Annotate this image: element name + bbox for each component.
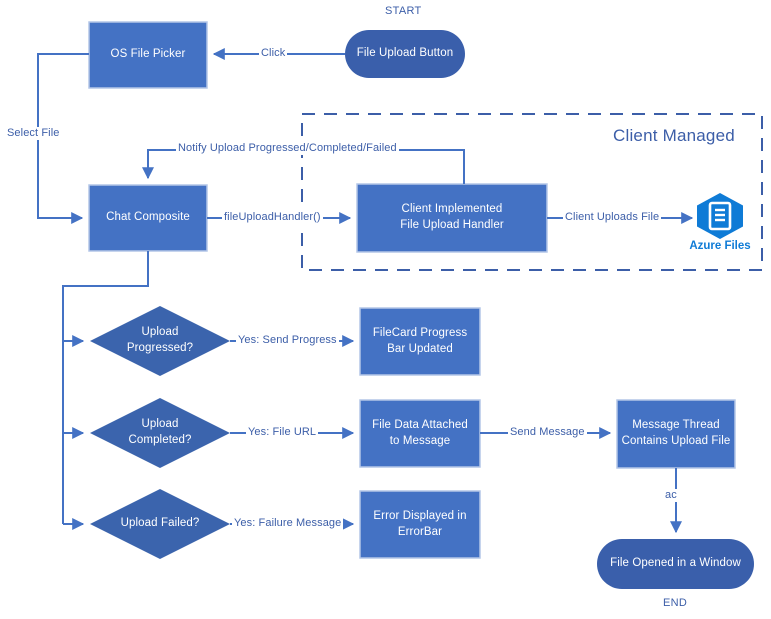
edge-label-click: Click — [259, 47, 288, 61]
node-file-data-attached[interactable] — [359, 399, 481, 468]
node-file-opened[interactable] — [597, 539, 754, 589]
edge-label-select-file: Select File — [5, 127, 62, 141]
group-client-managed-label: Client Managed — [613, 126, 735, 145]
node-filecard-progress[interactable] — [359, 307, 481, 376]
node-message-thread[interactable] — [616, 399, 736, 469]
node-upload-completed[interactable] — [90, 398, 230, 468]
node-file-upload-button[interactable] — [345, 30, 465, 78]
flowchart-canvas: Azure Files File Upload Button OS File P… — [0, 0, 771, 619]
edge-chat-composite-branch-spine — [62, 251, 149, 524]
edge-label-send-message: Send Message — [508, 426, 587, 440]
edge-label-file-upload-handler: fileUploadHandler() — [222, 211, 323, 225]
node-error-displayed[interactable] — [359, 490, 481, 559]
node-upload-failed[interactable] — [90, 489, 230, 559]
edge-label-ac: ac — [663, 489, 679, 503]
azure-files-icon — [694, 192, 746, 245]
edge-label-notify: Notify Upload Progressed/Completed/Faile… — [176, 142, 399, 156]
start-marker-label: START — [385, 5, 422, 17]
connector-layer — [37, 21, 763, 589]
edge-label-yes-send-progress: Yes: Send Progress — [236, 334, 339, 348]
node-chat-composite[interactable] — [88, 184, 208, 252]
azure-files-label: Azure Files — [689, 240, 751, 252]
node-upload-progressed[interactable] — [90, 306, 230, 376]
end-marker-label: END — [663, 597, 688, 609]
node-client-handler[interactable] — [356, 183, 548, 253]
edge-label-yes-file-url: Yes: File URL — [246, 426, 319, 440]
node-os-file-picker[interactable] — [88, 21, 208, 89]
edge-label-yes-failure-message: Yes: Failure Message — [232, 517, 344, 531]
edge-label-client-uploads-file: Client Uploads File — [563, 211, 662, 225]
